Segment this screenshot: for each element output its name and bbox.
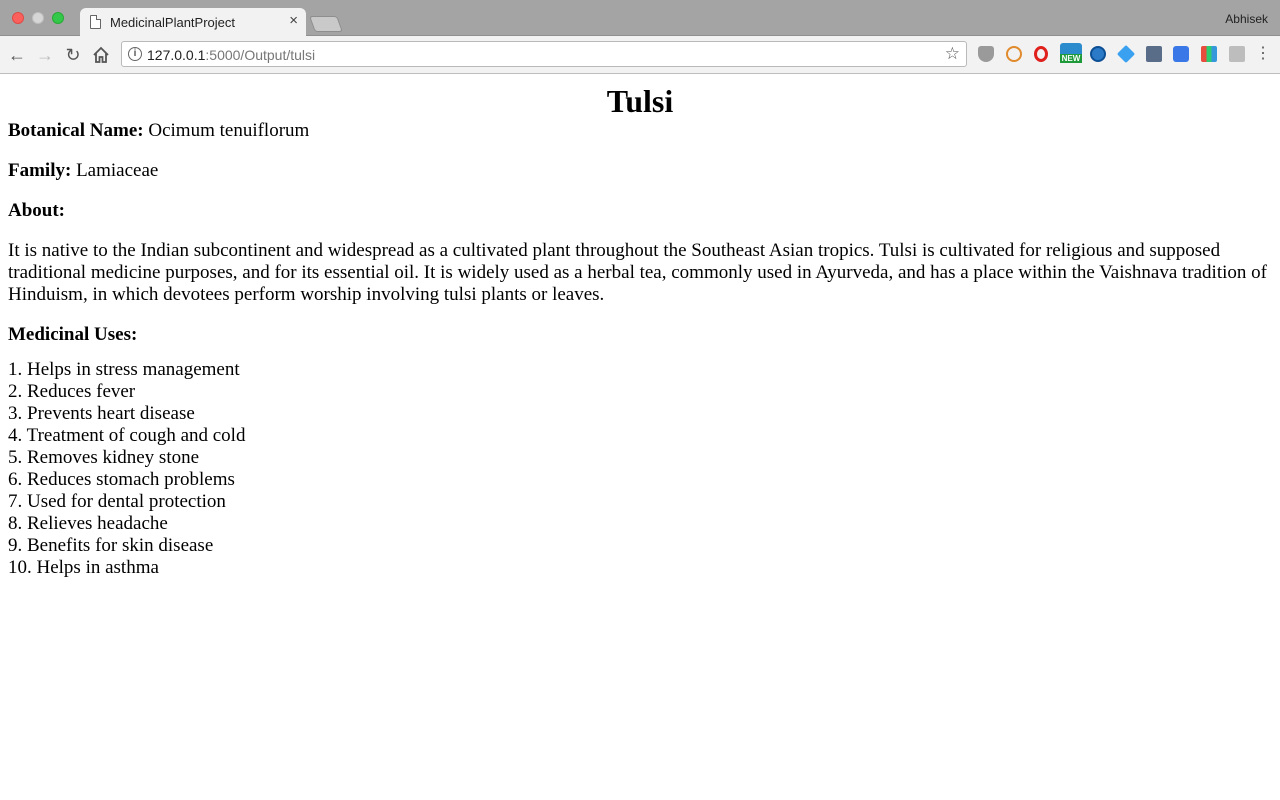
- forward-arrow-icon[interactable]: →: [34, 44, 56, 66]
- list-item: 7. Used for dental protection: [8, 491, 226, 512]
- bookmark-star-icon[interactable]: ☆: [945, 44, 960, 64]
- reload-icon[interactable]: ↻: [62, 44, 84, 66]
- list-item: 5. Removes kidney stone: [8, 447, 200, 468]
- list-item: 4. Treatment of cough and cold: [8, 425, 246, 446]
- extension-icon[interactable]: [1006, 46, 1022, 62]
- medicinal-uses-heading: Medicinal Uses:: [8, 324, 138, 345]
- browser-titlebar: MedicinalPlantProject × Abhisek: [0, 0, 1280, 37]
- about-heading: About:: [8, 200, 66, 221]
- medicinal-uses-list: 1. Helps in stress management 2. Reduces…: [8, 359, 1272, 579]
- menu-kebab-icon[interactable]: ⋮: [1255, 45, 1271, 63]
- botanical-name-value: Ocimum tenuiflorum: [148, 120, 310, 141]
- list-item: 1. Helps in stress management: [8, 359, 240, 380]
- botanical-name-row: Botanical Name: Ocimum tenuiflorum: [8, 120, 1272, 142]
- list-item: 2. Reduces fever: [8, 381, 136, 402]
- translate-extension-icon[interactable]: [1173, 46, 1189, 62]
- app-extension-icon[interactable]: [1146, 46, 1162, 62]
- house-extension-icon[interactable]: [1201, 46, 1217, 62]
- list-item: 9. Benefits for skin disease: [8, 535, 214, 556]
- back-arrow-icon[interactable]: ←: [6, 44, 28, 66]
- new-tab-button[interactable]: [309, 16, 343, 32]
- tab-title: MedicinalPlantProject: [110, 15, 236, 30]
- family-row: Family: Lamiaceae: [8, 160, 1272, 182]
- page-title: Tulsi: [606, 83, 674, 119]
- list-item: 10. Helps in asthma: [8, 557, 159, 578]
- shield-extension-icon[interactable]: [978, 46, 994, 62]
- profile-name[interactable]: Abhisek: [1225, 12, 1268, 26]
- tab-medicinal-plant-project[interactable]: MedicinalPlantProject ×: [80, 8, 306, 37]
- url-text[interactable]: 127.0.0.1:5000/Output/tulsi: [147, 47, 315, 63]
- home-icon[interactable]: [90, 44, 112, 66]
- tab-close-icon[interactable]: ×: [289, 13, 298, 29]
- tag-extension-icon[interactable]: [1116, 44, 1136, 64]
- address-bar[interactable]: i 127.0.0.1:5000/Output/tulsi ☆: [121, 41, 967, 67]
- family-value: Lamiaceae: [76, 160, 159, 181]
- browser-toolbar: ← → ↻ i 127.0.0.1:5000/Output/tulsi ☆ NE…: [0, 36, 1280, 74]
- page-icon: [90, 15, 101, 29]
- about-text: It is native to the Indian subcontinent …: [8, 240, 1267, 305]
- list-item: 8. Relieves headache: [8, 513, 168, 534]
- botanical-name-label: Botanical Name:: [8, 120, 144, 141]
- clock-extension-icon[interactable]: [1090, 46, 1106, 62]
- list-item: 3. Prevents heart disease: [8, 403, 195, 424]
- site-info-icon[interactable]: i: [128, 47, 142, 61]
- page-content: Tulsi Botanical Name: Ocimum tenuiflorum…: [0, 83, 1280, 579]
- maximize-window-button[interactable]: [52, 12, 64, 24]
- family-label: Family:: [8, 160, 72, 181]
- new-extension-icon[interactable]: NEW: [1060, 43, 1082, 63]
- close-window-button[interactable]: [12, 12, 24, 24]
- opera-extension-icon[interactable]: [1034, 46, 1048, 62]
- list-item: 6. Reduces stomach problems: [8, 469, 235, 490]
- minimize-window-button[interactable]: [32, 12, 44, 24]
- dropbox-extension-icon[interactable]: [1229, 46, 1245, 62]
